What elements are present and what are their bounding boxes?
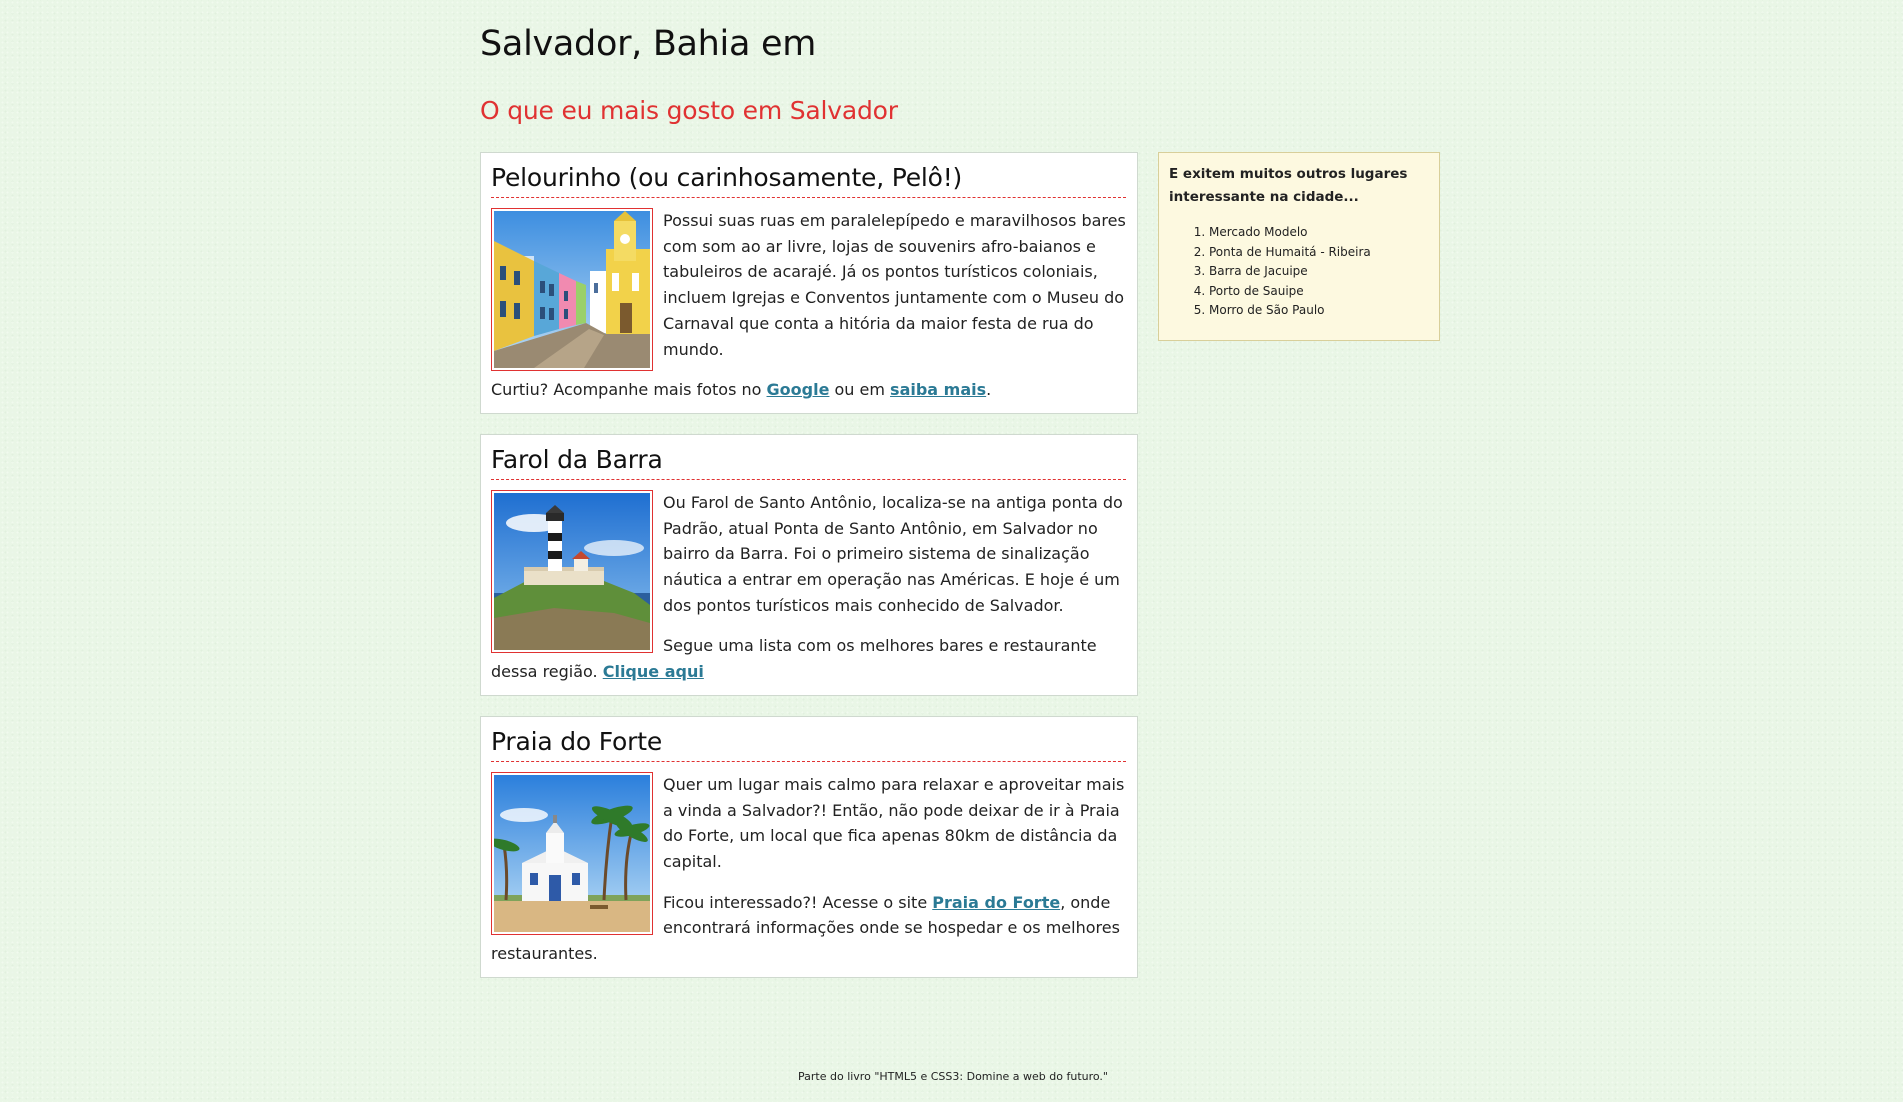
clique-aqui-link[interactable]: Clique aqui	[603, 662, 704, 681]
list-item: Ponta de Humaitá - Ribeira	[1209, 243, 1429, 263]
list-item: Barra de Jacuipe	[1209, 262, 1429, 282]
section-heading: O que eu mais gosto em Salvador	[480, 96, 898, 125]
sidebar-title: E exitem muitos outros lugares interessa…	[1169, 166, 1408, 205]
praia-image	[491, 771, 653, 935]
colonial-street-photo-icon	[494, 211, 650, 368]
article-paragraph-links: Curtiu? Acompanhe mais fotos no Google o…	[491, 380, 992, 400]
footer-note: Parte do livro "HTML5 e CSS3: Domine a w…	[798, 1070, 1108, 1083]
article-title: Farol da Barra	[491, 445, 1126, 480]
article-praia-do-forte: Praia do Forte Quer um lugar mais calmo …	[480, 715, 1138, 978]
article-title: Praia do Forte	[491, 727, 1126, 762]
articles-column: Pelourinho (ou carinhosamente, Pelô!) Po…	[480, 152, 1138, 998]
pelourinho-image	[491, 208, 653, 371]
article-farol-da-barra: Farol da Barra Ou Farol de Santo Antônio…	[480, 433, 1138, 696]
praia-do-forte-link[interactable]: Praia do Forte	[932, 893, 1060, 912]
lighthouse-photo-icon	[494, 492, 650, 650]
article-title: Pelourinho (ou carinhosamente, Pelô!)	[491, 163, 1126, 198]
sidebar-box: E exitem muitos outros lugares interessa…	[1158, 152, 1440, 341]
beach-chapel-photo-icon	[494, 774, 650, 932]
list-item: Mercado Modelo	[1209, 223, 1429, 243]
list-item: Morro de São Paulo	[1209, 301, 1429, 321]
saiba-mais-link[interactable]: saiba mais	[890, 380, 986, 399]
page-title: Salvador, Bahia em	[480, 24, 816, 64]
places-list: Mercado Modelo Ponta de Humaitá - Ribeir…	[1169, 223, 1429, 321]
farol-image	[491, 489, 653, 653]
article-pelourinho: Pelourinho (ou carinhosamente, Pelô!) Po…	[480, 152, 1138, 414]
list-item: Porto de Sauipe	[1209, 282, 1429, 302]
google-link[interactable]: Google	[767, 380, 830, 399]
